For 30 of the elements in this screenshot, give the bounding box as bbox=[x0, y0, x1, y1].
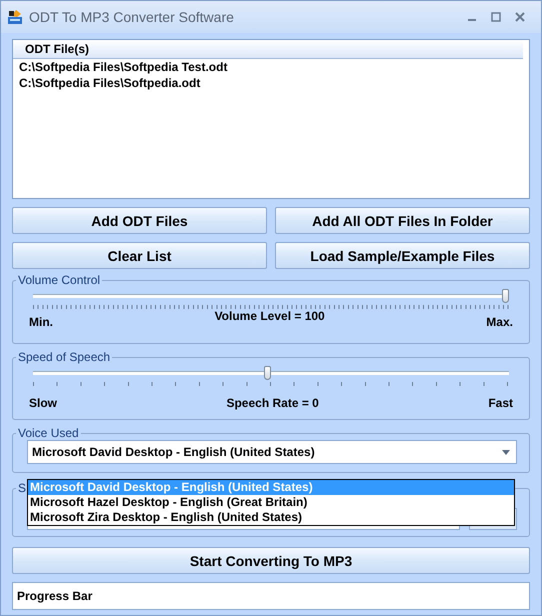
voice-dropdown[interactable]: Microsoft David Desktop - English (United States) bbox=[27, 440, 517, 464]
maximize-icon[interactable] bbox=[491, 12, 501, 22]
dropdown-option[interactable]: Microsoft Hazel Desktop - English (Great Britain) bbox=[28, 495, 514, 510]
column-header[interactable]: ODT File(s) bbox=[13, 40, 523, 59]
slider[interactable] bbox=[33, 366, 509, 380]
action-button[interactable]: Add ODT Files bbox=[12, 207, 267, 234]
dropdown-arrow-icon[interactable] bbox=[502, 450, 510, 454]
group-title: S bbox=[17, 481, 28, 495]
file-list[interactable]: ODT File(s) C:\Softpedia Files\Softpedia Test.odt C:\Softpedia Files\Softpedia.odt bbox=[12, 39, 530, 199]
group-title: Voice Used bbox=[17, 426, 80, 440]
group-title: Volume Control bbox=[17, 273, 102, 287]
reading-label: Speech Rate = 0 bbox=[226, 396, 319, 410]
dropdown-option[interactable]: Microsoft Zira Desktop - English (United States) bbox=[28, 510, 514, 525]
file-row[interactable]: C:\Softpedia Files\Softpedia Test.odt bbox=[13, 59, 529, 75]
group-title: Speed of Speech bbox=[17, 350, 112, 364]
slider[interactable] bbox=[33, 289, 509, 303]
action-button[interactable]: Add All ODT Files In Folder bbox=[275, 207, 530, 234]
action-button[interactable]: Clear List bbox=[12, 242, 267, 269]
start-button[interactable]: Start Converting To MP3 bbox=[12, 547, 530, 574]
min-label: Min. bbox=[29, 315, 53, 329]
progress-label: Progress Bar bbox=[17, 589, 92, 603]
min-label: Slow bbox=[29, 396, 58, 410]
app-icon bbox=[7, 9, 23, 25]
window-title: ODT To MP3 Converter Software bbox=[29, 9, 235, 25]
max-label: Fast bbox=[488, 396, 513, 410]
action-button[interactable]: Load Sample/Example Files bbox=[275, 242, 530, 269]
reading-label: Volume Level = 100 bbox=[214, 309, 325, 325]
file-row[interactable]: C:\Softpedia Files\Softpedia.odt bbox=[13, 75, 529, 91]
max-label: Max. bbox=[486, 315, 513, 329]
close-icon[interactable] bbox=[515, 12, 525, 22]
